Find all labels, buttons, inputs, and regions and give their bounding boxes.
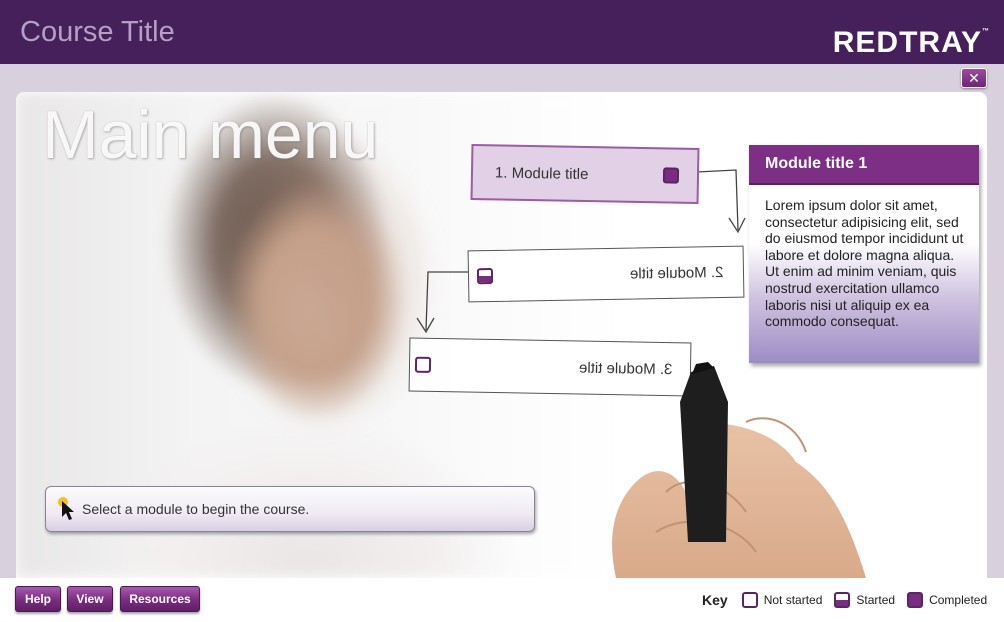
started-status-icon bbox=[476, 267, 494, 285]
completed-status-icon bbox=[907, 592, 924, 608]
info-card-title: Module title 1 bbox=[749, 145, 979, 185]
logo-tm: ™ bbox=[982, 28, 990, 35]
completed-status-icon bbox=[662, 167, 680, 184]
view-button[interactable]: View bbox=[67, 586, 113, 612]
header-bar: Course Title REDTRAY™ bbox=[0, 0, 1004, 64]
key-not-started-label: Not started bbox=[763, 593, 823, 607]
brand-logo: REDTRAY™ bbox=[833, 26, 990, 60]
main-panel: Main menu 1. Module title 2. Module titl… bbox=[16, 92, 987, 578]
key-started-label: Started bbox=[856, 593, 896, 607]
info-card-body: Lorem ipsum dolor sit amet, consectetur … bbox=[765, 197, 964, 330]
key-started: Started bbox=[834, 592, 895, 608]
key-not-started: Not started bbox=[741, 592, 823, 608]
key-completed: Completed bbox=[907, 592, 987, 608]
module-1-label: 1. Module title bbox=[494, 163, 589, 183]
logo-text: REDTRAY bbox=[832, 26, 982, 59]
cursor-icon bbox=[58, 497, 74, 520]
module-1-button[interactable]: 1. Module title bbox=[470, 144, 700, 204]
close-button[interactable]: ✕ bbox=[961, 68, 987, 88]
module-2-label: 2. Module title bbox=[629, 263, 724, 283]
help-button[interactable]: Help bbox=[15, 586, 61, 612]
key-title: Key bbox=[702, 592, 728, 608]
not-started-status-icon bbox=[741, 592, 758, 608]
close-icon: ✕ bbox=[968, 69, 980, 86]
not-started-status-icon bbox=[414, 356, 432, 373]
hand-with-marker-image bbox=[612, 362, 866, 578]
instruction-text: Select a module to begin the course. bbox=[82, 501, 310, 517]
instruction-box: Select a module to begin the course. bbox=[45, 486, 535, 532]
resources-button[interactable]: Resources bbox=[120, 586, 200, 612]
status-key: Key Not started Started Completed bbox=[702, 592, 999, 608]
started-status-icon bbox=[834, 592, 851, 608]
module-info-card: Module title 1 Lorem ipsum dolor sit ame… bbox=[749, 145, 979, 363]
module-2-button[interactable]: 2. Module title bbox=[467, 245, 745, 303]
course-title: Course Title bbox=[20, 16, 175, 48]
main-menu-heading: Main menu bbox=[42, 97, 379, 173]
key-completed-label: Completed bbox=[929, 593, 988, 607]
